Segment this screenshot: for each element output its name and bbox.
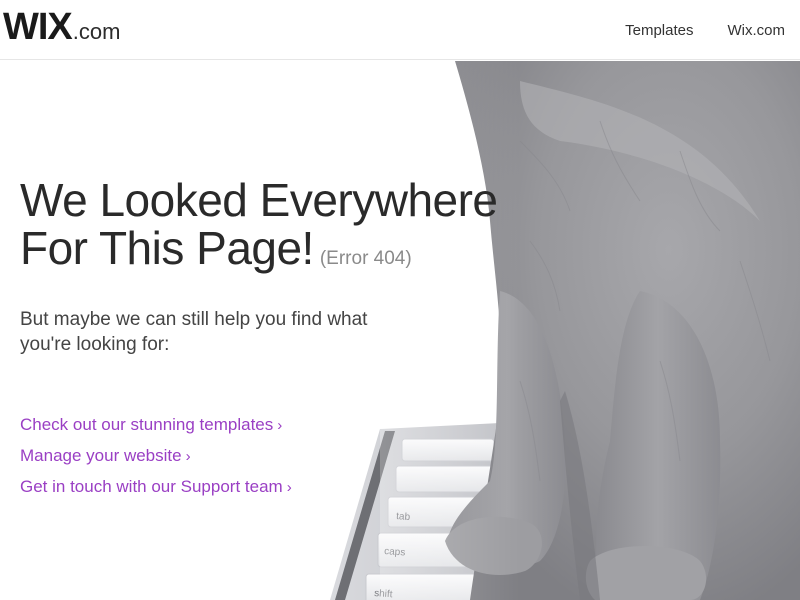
help-links: Check out our stunning templates › Manage… [20,410,292,503]
title-line-2-text: For This Page! [20,222,314,274]
chevron-right-icon: › [277,417,283,434]
wix-logo[interactable]: WIX .com [3,7,120,47]
error-message: We Looked Everywhere For This Page! (Erro… [20,176,580,357]
logo-suffix: .com [72,19,121,44]
support-link[interactable]: Get in touch with our Support team › [20,472,292,503]
manage-website-link[interactable]: Manage your website › [20,441,292,472]
chevron-right-icon: › [185,448,191,465]
nav-wix-link[interactable]: Wix.com [728,22,786,39]
templates-link[interactable]: Check out our stunning templates › [20,410,292,441]
title-line-2: For This Page! (Error 404) [20,224,580,283]
page-title: We Looked Everywhere For This Page! (Erro… [20,176,580,283]
support-link-label: Get in touch with our Support team [20,477,283,496]
logo-wordmark: WIX [3,6,73,48]
nav-templates-link[interactable]: Templates [625,22,693,39]
error-code: (Error 404) [319,248,412,269]
help-text: But maybe we can still help you find wha… [20,309,368,355]
header: WIX .com Templates Wix.com [0,0,800,60]
chevron-right-icon: › [286,479,292,496]
title-line-1: We Looked Everywhere [20,174,498,226]
templates-link-label: Check out our stunning templates [20,415,274,434]
manage-website-link-label: Manage your website [20,446,182,465]
top-nav: Templates Wix.com [625,0,785,60]
